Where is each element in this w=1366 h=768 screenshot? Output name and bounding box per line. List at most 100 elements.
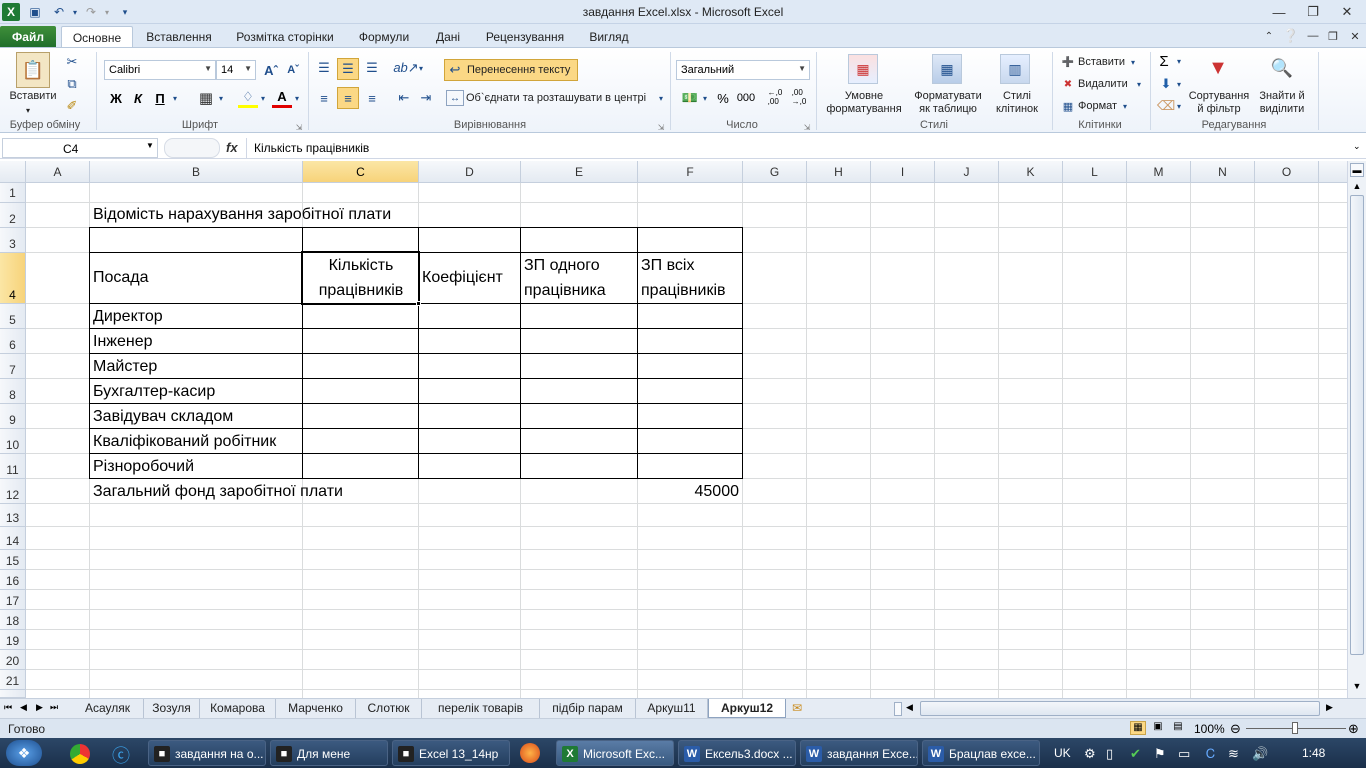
column-header-m[interactable]: M bbox=[1127, 161, 1191, 183]
row-header-4[interactable]: 4 bbox=[0, 253, 26, 304]
find-select-button[interactable]: Знайти й виділити bbox=[1252, 90, 1312, 116]
tab-home[interactable]: Основне bbox=[61, 26, 133, 48]
row-header-3[interactable]: 3 bbox=[0, 228, 26, 253]
row-header-16[interactable]: 16 bbox=[0, 570, 26, 590]
name-box[interactable]: C4 bbox=[2, 138, 158, 158]
minimize-icon[interactable]: — bbox=[1266, 2, 1292, 22]
thousands-separator-button[interactable]: 000 bbox=[734, 88, 758, 108]
italic-button[interactable]: К bbox=[128, 88, 148, 108]
vertical-scrollbar[interactable]: ▬ ▲ ▼ bbox=[1347, 161, 1366, 698]
tab-formulas[interactable]: Формули bbox=[349, 26, 419, 48]
cell-b6-position[interactable]: Інженер bbox=[93, 333, 153, 351]
cell-styles-button[interactable]: Стилі клітинок bbox=[986, 90, 1048, 116]
tab-review[interactable]: Рецензування bbox=[477, 26, 573, 48]
column-header-l[interactable]: L bbox=[1063, 161, 1127, 183]
copy-icon[interactable]: ⧉ bbox=[64, 76, 80, 92]
expand-formula-bar-icon[interactable]: ⌄ bbox=[1353, 141, 1361, 152]
shrink-font-icon[interactable]: Aˇ bbox=[284, 61, 302, 79]
row-header-1[interactable]: 1 bbox=[0, 183, 26, 203]
formula-bar-resize-handle[interactable] bbox=[164, 138, 220, 158]
internet-explorer-icon[interactable]: ⓒ bbox=[112, 742, 130, 768]
page-break-view-icon[interactable]: ▤ bbox=[1170, 721, 1186, 735]
row-header-7[interactable]: 7 bbox=[0, 354, 26, 379]
close-icon[interactable]: ✕ bbox=[1334, 2, 1360, 22]
increase-indent-icon[interactable]: ⇥ bbox=[416, 88, 436, 108]
font-color-dropdown-icon[interactable]: ▾ bbox=[292, 88, 302, 108]
language-indicator[interactable]: UK bbox=[1054, 746, 1071, 760]
zoom-in-icon[interactable]: ⊕ bbox=[1348, 721, 1359, 737]
align-top-icon[interactable]: ☰ bbox=[314, 58, 334, 78]
insert-function-icon[interactable]: fx bbox=[226, 140, 238, 155]
number-format-combo[interactable]: Загальний ▼ bbox=[676, 60, 810, 80]
column-header-d[interactable]: D bbox=[419, 161, 521, 183]
action-center-flag-icon[interactable]: ⚑ bbox=[1154, 746, 1166, 762]
taskbar-item-6[interactable]: W Брацлав exce... bbox=[922, 740, 1040, 766]
page-layout-view-icon[interactable]: ▣ bbox=[1150, 721, 1166, 735]
borders-icon[interactable]: ▦ bbox=[196, 88, 216, 108]
tab-split-handle[interactable] bbox=[894, 702, 902, 716]
delete-dropdown-icon[interactable]: ▾ bbox=[1134, 78, 1144, 90]
accounting-dropdown-icon[interactable]: ▾ bbox=[700, 88, 710, 108]
merge-dropdown-icon[interactable]: ▾ bbox=[656, 90, 666, 106]
cell-b5-position[interactable]: Директор bbox=[93, 308, 163, 326]
split-box[interactable]: ▬ bbox=[1350, 163, 1364, 177]
sheet-tab-asaulyak[interactable]: Асауляк bbox=[72, 699, 144, 718]
column-header-h[interactable]: H bbox=[807, 161, 871, 183]
horizontal-scroll-thumb[interactable] bbox=[920, 701, 1320, 716]
fill-handle[interactable] bbox=[416, 301, 421, 306]
row-header-19[interactable]: 19 bbox=[0, 630, 26, 650]
scroll-right-icon[interactable]: ▶ bbox=[1326, 702, 1333, 713]
cell-b12-total-label[interactable]: Загальний фонд заробітної плати bbox=[93, 483, 343, 501]
column-header-e[interactable]: E bbox=[521, 161, 638, 183]
align-center-icon[interactable]: ≡ bbox=[337, 87, 359, 109]
select-all-corner[interactable] bbox=[0, 161, 26, 183]
taskbar-item-2[interactable]: ■ Excel 13_14нр bbox=[392, 740, 510, 766]
font-name-combo[interactable]: Calibri ▼ bbox=[104, 60, 216, 80]
zoom-out-icon[interactable]: ⊖ bbox=[1230, 721, 1241, 737]
fill-color-dropdown-icon[interactable]: ▾ bbox=[258, 88, 268, 108]
sheet-tab-goods-list[interactable]: перелік товарів bbox=[422, 699, 540, 718]
dialog-launcher-icon[interactable]: ⇲ bbox=[656, 122, 666, 132]
dialog-launcher-icon[interactable]: ⇲ bbox=[802, 122, 812, 132]
next-sheet-icon[interactable]: ▶ bbox=[36, 702, 43, 713]
sheet-tab-zozulya[interactable]: Зозуля bbox=[144, 699, 200, 718]
chrome-icon[interactable] bbox=[70, 744, 90, 764]
cell-e4-header-salary-one-line1[interactable]: ЗП одного bbox=[524, 257, 600, 275]
bluetooth-icon[interactable]: Ꮯ bbox=[1206, 746, 1215, 762]
font-size-combo[interactable]: 14 ▼ bbox=[216, 60, 256, 80]
sheet-tab-slotyuk[interactable]: Слотюк bbox=[356, 699, 422, 718]
tab-page-layout[interactable]: Розмітка сторінки bbox=[225, 26, 345, 48]
autosum-icon[interactable]: Σ bbox=[1156, 52, 1172, 70]
delete-cells-button[interactable]: Видалити bbox=[1078, 78, 1138, 91]
taskbar-item-3[interactable]: X Microsoft Exc... bbox=[556, 740, 674, 766]
tray-app-icon[interactable]: ⚙ bbox=[1084, 746, 1096, 762]
underline-button[interactable]: П bbox=[150, 88, 170, 108]
orientation-dropdown-icon[interactable]: ▾ bbox=[416, 58, 426, 78]
sheet-tab-param-selection[interactable]: підбір парам bbox=[540, 699, 636, 718]
clock[interactable]: 1:48 bbox=[1302, 746, 1325, 760]
cell-b4-header-position[interactable]: Посада bbox=[93, 269, 149, 287]
name-box-dropdown-icon[interactable]: ▼ bbox=[146, 141, 154, 150]
format-as-table-icon[interactable]: ▦ bbox=[932, 54, 962, 84]
cell-b11-position[interactable]: Різноробочий bbox=[93, 458, 194, 476]
taskbar-item-4[interactable]: W Ексель3.docx ... bbox=[678, 740, 796, 766]
normal-view-icon[interactable]: ▦ bbox=[1130, 721, 1146, 735]
taskbar-item-5[interactable]: Wзавдання Exce... bbox=[800, 740, 918, 766]
cell-f4-header-salary-all-line2[interactable]: працівників bbox=[641, 282, 726, 300]
column-header-k[interactable]: K bbox=[999, 161, 1063, 183]
align-right-icon[interactable]: ≡ bbox=[362, 88, 382, 108]
borders-dropdown-icon[interactable]: ▾ bbox=[216, 88, 226, 108]
cell-e4-header-salary-one-line2[interactable]: працівника bbox=[524, 282, 606, 300]
find-select-icon[interactable]: 🔍 bbox=[1266, 52, 1298, 84]
wrap-text-button[interactable]: Перенесення тексту bbox=[444, 59, 578, 81]
insert-cells-icon[interactable]: ➕ bbox=[1060, 54, 1076, 70]
fill-icon[interactable]: ⬇ bbox=[1158, 76, 1174, 92]
column-header-c[interactable]: C bbox=[303, 161, 419, 183]
restore-icon[interactable]: ❐ bbox=[1300, 2, 1326, 22]
clear-icon[interactable]: ⌫ bbox=[1157, 98, 1175, 114]
column-header-o[interactable]: O bbox=[1255, 161, 1319, 183]
scroll-down-icon[interactable]: ▼ bbox=[1350, 679, 1364, 693]
formula-input[interactable]: Кількість працівників bbox=[246, 138, 1350, 158]
bold-button[interactable]: Ж bbox=[106, 88, 126, 108]
firefox-icon[interactable] bbox=[520, 743, 540, 763]
